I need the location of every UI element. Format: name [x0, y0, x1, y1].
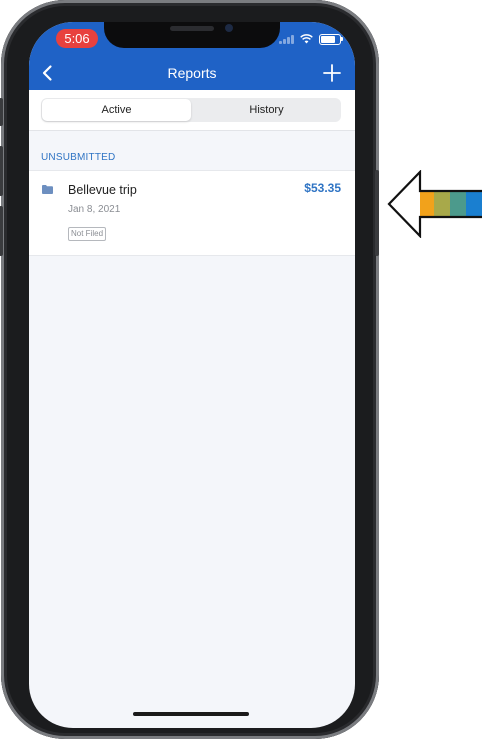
home-indicator [133, 712, 249, 716]
section-header-unsubmitted: UNSUBMITTED [41, 152, 116, 163]
volume-down-button [0, 206, 3, 256]
front-camera [225, 24, 233, 32]
power-button [375, 170, 379, 256]
segment-bar: Active History [29, 90, 355, 131]
segmented-control: Active History [41, 98, 341, 122]
folder-icon [42, 185, 53, 194]
status-badge: Not Filed [68, 227, 107, 241]
phone-screen: 5:06 Reports Active History UNSUBMITTED … [29, 22, 355, 728]
volume-up-button [0, 146, 3, 196]
report-name: Bellevue trip [68, 183, 137, 197]
status-icons [279, 32, 343, 46]
tab-history[interactable]: History [192, 98, 341, 122]
report-amount: $53.35 [304, 181, 341, 195]
notch [104, 22, 280, 48]
plus-icon[interactable] [321, 62, 343, 84]
video-frame: 5:06 Reports Active History UNSUBMITTED … [0, 0, 482, 739]
tab-active[interactable]: Active [42, 99, 191, 121]
page-title: Reports [167, 65, 217, 81]
wifi-icon [300, 34, 313, 44]
status-time: 5:06 [56, 29, 98, 48]
signal-icon [279, 34, 294, 44]
battery-icon [319, 33, 343, 45]
arrow-left-icon [387, 170, 482, 238]
report-list-item[interactable]: Bellevue trip Jan 8, 2021 $53.35 Not Fil… [29, 170, 355, 256]
phone-frame: 5:06 Reports Active History UNSUBMITTED … [0, 0, 379, 739]
speaker [170, 26, 214, 31]
app-header: 5:06 Reports [29, 22, 355, 90]
report-date: Jan 8, 2021 [68, 204, 121, 215]
mute-switch [0, 98, 3, 126]
